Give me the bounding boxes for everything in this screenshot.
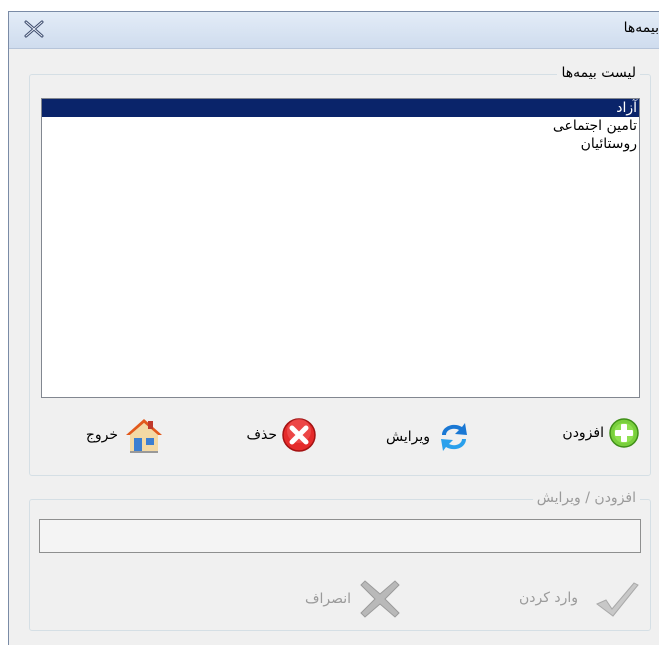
delete-label: حذف (246, 427, 277, 443)
refresh-arrows-icon (434, 417, 474, 457)
delete-button[interactable]: حذف (246, 417, 317, 453)
add-edit-group: افزودن / ویرایش وارد کردن انصراف (29, 490, 651, 631)
title-bar: بیمه‌ها (9, 12, 659, 49)
insurance-list-legend: لیست بیمه‌ها (557, 65, 640, 81)
add-button[interactable]: افزودن (562, 417, 640, 449)
close-icon[interactable] (23, 19, 45, 39)
window-title: بیمه‌ها (623, 20, 659, 36)
edit-label: ویرایش (385, 429, 430, 445)
plus-circle-icon (608, 417, 640, 449)
cancel-button[interactable]: انصراف (305, 576, 403, 622)
list-item[interactable]: تامین اجتماعی (42, 117, 639, 135)
exit-label: خروج (85, 427, 118, 443)
checkmark-icon (594, 578, 640, 618)
add-edit-legend: افزودن / ویرایش (532, 490, 640, 506)
x-cross-icon (357, 576, 403, 622)
insurance-window: بیمه‌ها لیست بیمه‌ها آزاد تامین اجتماعی رو… (8, 11, 659, 645)
enter-label: وارد کردن (518, 590, 578, 606)
list-item[interactable]: آزاد (42, 99, 639, 117)
insurance-listbox[interactable]: آزاد تامین اجتماعی روستائیان (41, 98, 640, 398)
home-icon (122, 413, 166, 457)
exit-button[interactable]: خروج (86, 413, 166, 457)
x-circle-icon (281, 417, 317, 453)
add-label: افزودن (562, 425, 604, 441)
insurance-list-group: لیست بیمه‌ها آزاد تامین اجتماعی روستائیان … (29, 65, 651, 476)
cancel-label: انصراف (304, 591, 351, 607)
edit-button[interactable]: ویرایش (386, 417, 474, 457)
insurance-name-input[interactable] (39, 519, 641, 553)
list-item[interactable]: روستائیان (42, 135, 639, 153)
enter-button[interactable]: وارد کردن (519, 578, 640, 618)
